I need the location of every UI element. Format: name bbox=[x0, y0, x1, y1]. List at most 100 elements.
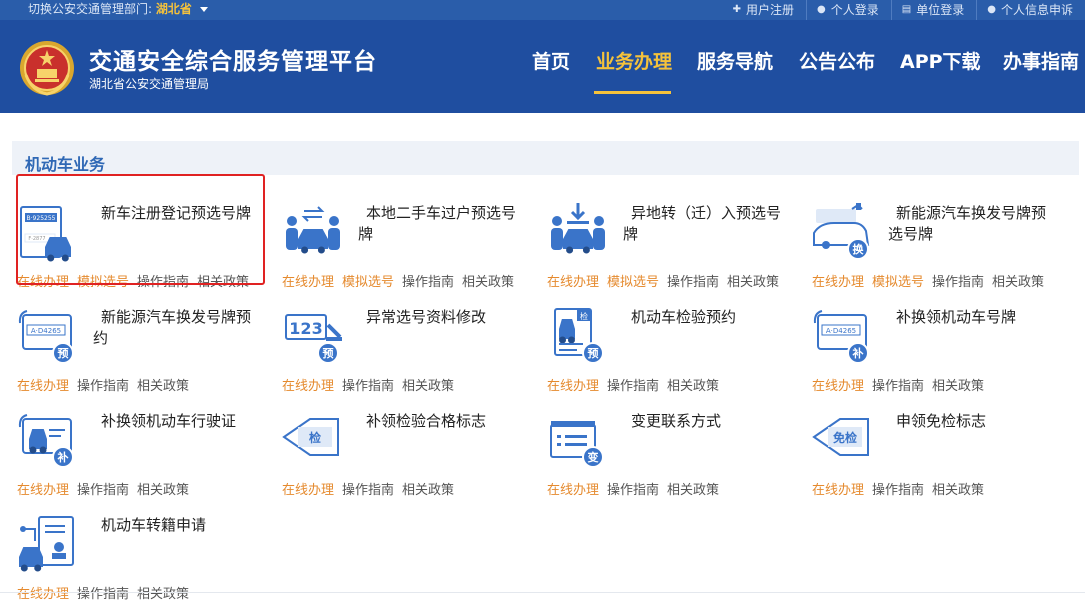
nav-item-1[interactable]: 业务办理 bbox=[596, 47, 672, 74]
inspection-tag-icon: 检 bbox=[282, 418, 339, 456]
service-title[interactable]: 补领检验合格标志 bbox=[358, 411, 523, 432]
plate-reserve-icon: A·D4265 预 bbox=[18, 310, 74, 364]
service-card: 换 新能源汽车换发号牌预选号牌在线办理 模拟选号 操作指南 相关政策 bbox=[812, 199, 1072, 293]
migrate-car-icon bbox=[551, 203, 605, 254]
svg-text:补: 补 bbox=[57, 450, 69, 464]
nav-item-3[interactable]: 公告公布 bbox=[799, 47, 875, 74]
nav-item-2[interactable]: 服务导航 bbox=[697, 47, 773, 74]
top-link-label: 个人信息申诉 bbox=[1000, 3, 1073, 17]
service-title[interactable]: 补换领机动车行驶证 bbox=[93, 411, 258, 432]
guide-link[interactable]: 操作指南 bbox=[872, 483, 924, 498]
region-switcher[interactable]: 切换公安交通管理部门: 湖北省 bbox=[28, 1, 208, 17]
guide-link[interactable]: 操作指南 bbox=[932, 275, 984, 290]
guide-link[interactable]: 操作指南 bbox=[607, 379, 659, 394]
person-icon: ● bbox=[987, 4, 996, 15]
active-nav-underline bbox=[594, 91, 671, 94]
policy-link[interactable]: 相关政策 bbox=[992, 275, 1044, 290]
svg-text:预: 预 bbox=[588, 346, 599, 360]
guide-link[interactable]: 操作指南 bbox=[342, 483, 394, 498]
service-title[interactable]: 新能源汽车换发号牌预选号牌 bbox=[888, 203, 1053, 245]
service-title[interactable]: 本地二手车过户预选号牌 bbox=[358, 203, 523, 245]
svg-text:补: 补 bbox=[852, 346, 864, 360]
policy-link[interactable]: 相关政策 bbox=[137, 483, 189, 498]
online-apply-link[interactable]: 在线办理 bbox=[282, 379, 334, 394]
top-link-1[interactable]: ● 个人登录 bbox=[806, 0, 891, 20]
guide-link[interactable]: 操作指南 bbox=[607, 483, 659, 498]
service-card: 补 补换领机动车行驶证在线办理 操作指南 相关政策 bbox=[17, 407, 277, 501]
top-utility-bar: 切换公安交通管理部门: 湖北省 ✚ 用户注册 ● 个人登录 ▤ 单位登录 ● 个人信息申诉 bbox=[0, 0, 1085, 20]
policy-link[interactable]: 相关政策 bbox=[667, 379, 719, 394]
svg-text:免检: 免检 bbox=[833, 430, 857, 445]
policy-link[interactable]: 相关政策 bbox=[402, 483, 454, 498]
svg-text:检: 检 bbox=[580, 311, 588, 321]
online-apply-link[interactable]: 在线办理 bbox=[812, 483, 864, 498]
online-apply-link[interactable]: 在线办理 bbox=[17, 483, 69, 498]
online-apply-link[interactable]: 在线办理 bbox=[547, 379, 599, 394]
service-actions: 在线办理 操作指南 相关政策 bbox=[812, 375, 992, 394]
policy-link[interactable]: 相关政策 bbox=[667, 483, 719, 498]
online-apply-link[interactable]: 在线办理 bbox=[282, 275, 334, 290]
policy-link[interactable]: 相关政策 bbox=[932, 379, 984, 394]
service-actions: 在线办理 操作指南 相关政策 bbox=[282, 375, 462, 394]
guide-link[interactable]: 操作指南 bbox=[342, 379, 394, 394]
policy-link[interactable]: 相关政策 bbox=[137, 379, 189, 394]
policy-link[interactable]: 相关政策 bbox=[402, 379, 454, 394]
svg-text:预: 预 bbox=[323, 346, 334, 360]
svg-text:123: 123 bbox=[289, 319, 322, 338]
service-card: 本地二手车过户预选号牌在线办理 模拟选号 操作指南 相关政策 bbox=[282, 199, 542, 293]
person-icon: ● bbox=[817, 4, 826, 15]
simulate-select-link[interactable]: 模拟选号 bbox=[342, 275, 394, 290]
online-apply-link[interactable]: 在线办理 bbox=[17, 379, 69, 394]
service-card: 123 预 异常选号资料修改在线办理 操作指南 相关政策 bbox=[282, 303, 542, 397]
policy-link[interactable]: 相关政策 bbox=[932, 483, 984, 498]
guide-link[interactable]: 操作指南 bbox=[77, 379, 129, 394]
contact-change-icon: 变 bbox=[550, 421, 604, 468]
online-apply-link[interactable]: 在线办理 bbox=[282, 483, 334, 498]
service-actions: 在线办理 操作指南 相关政策 bbox=[17, 479, 197, 498]
svg-text:换: 换 bbox=[853, 242, 865, 256]
service-card: 检 预 机动车检验预约在线办理 操作指南 相关政策 bbox=[547, 303, 807, 397]
service-title[interactable]: 机动车转籍申请 bbox=[93, 515, 258, 536]
service-title[interactable]: 新能源汽车换发号牌预约 bbox=[93, 307, 258, 349]
transfer-car-icon bbox=[286, 206, 340, 254]
service-title[interactable]: 异地转（迁）入预选号牌 bbox=[623, 203, 788, 245]
policy-link[interactable]: 相关政策 bbox=[462, 275, 514, 290]
simulate-select-link[interactable]: 模拟选号 bbox=[872, 275, 924, 290]
nav-item-5[interactable]: 办事指南 bbox=[1003, 47, 1079, 74]
guide-link[interactable]: 操作指南 bbox=[872, 379, 924, 394]
service-card: 异地转（迁）入预选号牌在线办理 模拟选号 操作指南 相关政策 bbox=[547, 199, 807, 293]
service-actions: 在线办理 模拟选号 操作指南 相关政策 bbox=[547, 271, 787, 290]
building-icon: ▤ bbox=[901, 4, 912, 15]
nav-item-0[interactable]: 首页 bbox=[532, 47, 570, 74]
svg-text:检: 检 bbox=[309, 430, 321, 445]
guide-link[interactable]: 操作指南 bbox=[402, 275, 454, 290]
service-title[interactable]: 异常选号资料修改 bbox=[358, 307, 523, 328]
license-replace-icon: 补 bbox=[18, 414, 74, 468]
top-link-label: 单位登录 bbox=[916, 3, 965, 17]
simulate-select-link[interactable]: 模拟选号 bbox=[607, 275, 659, 290]
service-actions: 在线办理 模拟选号 操作指南 相关政策 bbox=[282, 271, 522, 290]
service-title[interactable]: 机动车检验预约 bbox=[623, 307, 788, 328]
top-link-label: 个人登录 bbox=[830, 3, 879, 17]
online-apply-link[interactable]: 在线办理 bbox=[812, 379, 864, 394]
service-title[interactable]: 变更联系方式 bbox=[623, 411, 788, 432]
guide-link[interactable]: 操作指南 bbox=[667, 275, 719, 290]
online-apply-link[interactable]: 在线办理 bbox=[547, 275, 599, 290]
top-links: ✚ 用户注册 ● 个人登录 ▤ 单位登录 ● 个人信息申诉 bbox=[723, 0, 1085, 20]
service-title[interactable]: 补换领机动车号牌 bbox=[888, 307, 1053, 328]
bottom-divider bbox=[0, 592, 1085, 593]
guide-link[interactable]: 操作指南 bbox=[77, 483, 129, 498]
top-link-label: 用户注册 bbox=[746, 3, 795, 17]
top-link-2[interactable]: ▤ 单位登录 bbox=[890, 0, 976, 20]
online-apply-link[interactable]: 在线办理 bbox=[547, 483, 599, 498]
ev-car-icon: 换 bbox=[813, 203, 870, 260]
section-header: 机动车业务 bbox=[12, 141, 1079, 175]
policy-link[interactable]: 相关政策 bbox=[727, 275, 779, 290]
top-link-0[interactable]: ✚ 用户注册 bbox=[723, 0, 806, 20]
online-apply-link[interactable]: 在线办理 bbox=[812, 275, 864, 290]
nav-item-4[interactable]: APP下载 bbox=[900, 47, 981, 74]
top-link-3[interactable]: ● 个人信息申诉 bbox=[976, 0, 1085, 20]
service-card: 机动车转籍申请 在线办理 操作指南 相关政策 bbox=[17, 511, 277, 605]
service-title[interactable]: 申领免检标志 bbox=[888, 411, 1053, 432]
service-actions: 在线办理 操作指南 相关政策 bbox=[812, 479, 992, 498]
